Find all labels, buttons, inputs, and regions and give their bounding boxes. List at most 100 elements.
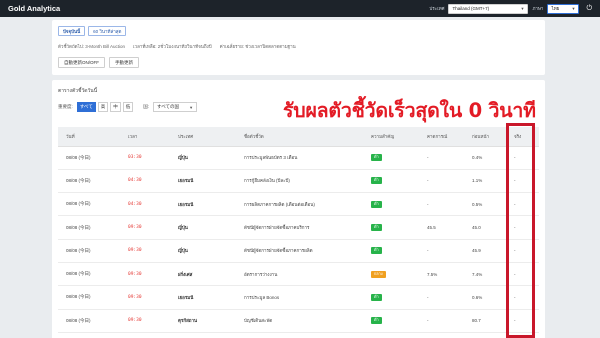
cell-country: ญี่ปุ่น [170, 146, 236, 170]
cell-indicator-name: อัตราการว่างงาน [236, 262, 363, 287]
auto-update-toggle-button[interactable]: 自動更新ON/OFF [58, 57, 105, 68]
next-indicator-info: ตัวชี้วัดถัดไป: 3-Month Bill Auction เวล… [58, 43, 296, 50]
cell-time: 09:30 [120, 215, 170, 240]
cell-date: 08/08 (今日) [58, 285, 120, 310]
cell-previous: 45.0 [464, 215, 506, 240]
filter-medium-button[interactable]: 中 [110, 102, 121, 112]
cell-date: 08/08 (今日) [58, 262, 120, 287]
time-tabs: ปัจจุบันนี้ 60 วินาทีล่าสุด [58, 26, 127, 36]
cell-forecast: - [419, 239, 464, 263]
cell-importance: ต่ำ [363, 239, 419, 263]
country-select[interactable]: すべての国 ▼ [153, 102, 198, 112]
tab-last-60-seconds[interactable]: 60 วินาทีล่าสุด [88, 26, 127, 36]
cell-time: 09:30 [120, 309, 170, 333]
cell-importance: ต่ำ [363, 192, 419, 217]
timezone-label: ประเทศ [429, 6, 445, 11]
timezone-select[interactable]: Thailand (GMT+7) ▼ [448, 3, 529, 14]
table-row[interactable]: 08/08 (今日) 09:30 ญี่ปุ่น ดัชนีผู้จัดการฝ… [58, 239, 539, 263]
table-row[interactable]: 08/08 (今日) 09:30 ตุรกีสถาน บัญชีเดินสะพั… [58, 309, 539, 333]
cell-country: เยอรมนี [170, 285, 236, 310]
cell-date: 08/08 (今日) [58, 239, 120, 263]
update-buttons: 自動更新ON/OFF 手動更新 [58, 57, 139, 68]
importance-badge: ต่ำ [371, 177, 382, 185]
tab-current[interactable]: ปัจจุบันนี้ [58, 26, 86, 36]
cell-previous: 0.4% [464, 146, 506, 170]
average-text: ค่าเฉลี่ยราย: ช่วงเวลาปิดตลาดตามฐาน [219, 44, 296, 49]
cell-indicator-name: ดัชนีผู้จัดการฝ่ายจัดซื้อภาคบริการ [236, 215, 363, 240]
cell-importance: ต่ำ [363, 169, 419, 194]
cell-country: ตุรกีสถาน [170, 309, 236, 333]
manual-update-button[interactable]: 手動更新 [109, 57, 139, 68]
header-time[interactable]: เวลา [120, 127, 170, 147]
language-label: ภาษา [532, 6, 544, 11]
time-remaining-text: เวลาที่เหลือ: 2ชั่วโมง4นาที3วินาทีจนถึงป… [133, 44, 212, 49]
importance-badge: ต่ำ [371, 293, 382, 301]
cell-country: เยอรมนี [170, 192, 236, 217]
topbar-controls: ประเทศ Thailand (GMT+7) ▼ ภาษา ไทย ▼ ⏻ [429, 3, 592, 14]
app-title: Gold Analytica [8, 4, 61, 13]
language-value: ไทย [551, 6, 560, 11]
next-indicator-text: ตัวชี้วัดถัดไป: 3-Month Bill Auction [58, 44, 125, 49]
cell-date: 08/08 (今日) [58, 192, 120, 217]
section-title: ตารางตัวชี้วัดวันนี้ [58, 88, 98, 94]
actual-column-highlight [506, 123, 535, 338]
cell-forecast: 7.5% [419, 262, 464, 287]
cell-importance: ต่ำ [363, 285, 419, 310]
economic-indicator-table: วันที่ เวลา ประเทศ ชื่อตัวชี้วัด ความสำค… [58, 127, 539, 333]
cell-previous: 80.7 [464, 309, 506, 333]
importance-badge: ต่ำ [371, 224, 382, 232]
table-row[interactable]: 08/08 (今日) 04:30 เยอรมนี การผลิตภาคการผล… [58, 192, 539, 217]
chevron-down-icon: ▼ [189, 104, 194, 110]
country-filter-label: 国: [143, 104, 150, 109]
cell-time: 04:30 [120, 192, 170, 217]
country-select-value: すべての国 [157, 104, 180, 109]
cell-date: 08/08 (今日) [58, 169, 120, 194]
cell-previous: 45.9 [464, 239, 506, 263]
cell-country: ญี่ปุ่น [170, 239, 236, 263]
cell-forecast: - [419, 309, 464, 333]
cell-importance: ต่ำ [363, 309, 419, 333]
cell-time: 09:30 [120, 239, 170, 263]
cell-importance: ต่ำ [363, 215, 419, 240]
importance-badge: ต่ำ [371, 247, 382, 255]
table-row[interactable]: 08/08 (今日) 09:30 เยอรมนี การประมูล Bonos… [58, 285, 539, 310]
header-importance[interactable]: ความสำคัญ [363, 127, 419, 147]
table-row[interactable]: 08/08 (今日) 09:30 ญี่ปุ่น ดัชนีผู้จัดการฝ… [58, 215, 539, 240]
cell-time: 03:30 [120, 146, 170, 170]
table-row[interactable]: 08/08 (今日) 04:30 เยอรมนี การกู้ยืมคลังเง… [58, 169, 539, 194]
cell-previous: 1.1% [464, 169, 506, 194]
table-row[interactable]: 08/08 (今日) 09:30 ฝรั่งเศส อัตราการว่างงา… [58, 262, 539, 287]
cell-indicator-name: การกู้ยืมคลังเงิน (ปีละปี) [236, 169, 363, 194]
chevron-down-icon: ▼ [571, 6, 576, 11]
filter-high-button[interactable]: 高 [97, 102, 109, 112]
cell-forecast: - [419, 285, 464, 310]
language-select[interactable]: ไทย ▼ [547, 3, 580, 14]
importance-badge: ต่ำ [371, 154, 382, 162]
filter-all-button[interactable]: すべて [76, 102, 96, 112]
cell-previous: 7.4% [464, 262, 506, 287]
header-date[interactable]: วันที่ [58, 127, 120, 147]
importance-badge: ต่ำ [371, 317, 382, 325]
cell-indicator-name: ดัชนีผู้จัดการฝ่ายจัดซื้อภาคการผลิต [236, 239, 363, 263]
cell-time: 04:30 [120, 169, 170, 194]
importance-badge: ต่ำ [371, 200, 382, 208]
header-previous[interactable]: ก่อนหน้า [464, 127, 506, 147]
cell-importance: ต่ำ [363, 146, 419, 170]
header-indicator-name[interactable]: ชื่อตัวชี้วัด [236, 127, 363, 147]
power-icon[interactable]: ⏻ [586, 5, 592, 12]
cell-time: 09:30 [120, 262, 170, 287]
cell-forecast: - [419, 169, 464, 194]
cell-forecast: - [419, 146, 464, 170]
cell-country: ญี่ปุ่น [170, 215, 236, 240]
table-row[interactable]: 08/08 (今日) 03:30 ญี่ปุ่น การประมูลพันธบั… [58, 146, 539, 170]
top-navbar: Gold Analytica ประเทศ Thailand (GMT+7) ▼… [0, 0, 600, 17]
cell-importance: กลาง [363, 262, 419, 287]
cell-indicator-name: การประมูล Bonos [236, 285, 363, 310]
table-header-row: วันที่ เวลา ประเทศ ชื่อตัวชี้วัด ความสำค… [58, 127, 539, 147]
filter-low-button[interactable]: 低 [122, 102, 134, 112]
importance-badge: กลาง [371, 270, 386, 278]
header-country[interactable]: ประเทศ [170, 127, 236, 147]
cell-country: เยอรมนี [170, 169, 236, 194]
chevron-down-icon: ▼ [520, 6, 525, 11]
header-forecast[interactable]: คาดการณ์ [419, 127, 464, 147]
